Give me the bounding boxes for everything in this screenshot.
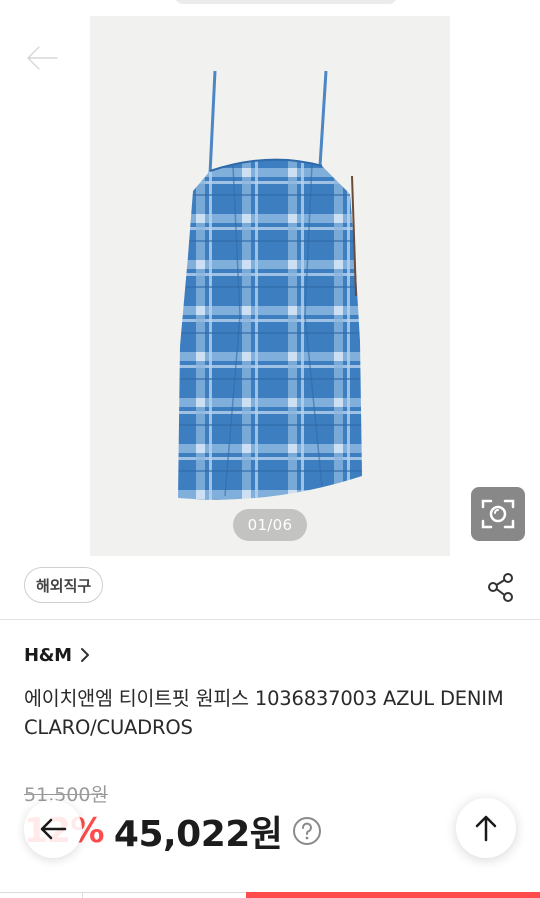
buy-button-edge[interactable] — [246, 892, 540, 898]
overseas-purchase-badge: 해외직구 — [24, 567, 104, 603]
chevron-right-icon — [80, 648, 89, 662]
image-counter: 01/06 — [233, 509, 307, 541]
share-icon[interactable] — [484, 570, 518, 604]
top-handle — [175, 0, 397, 4]
question-circle-icon[interactable] — [292, 816, 322, 846]
brand-link[interactable]: H&M — [24, 641, 92, 669]
image-search-button[interactable] — [471, 487, 525, 541]
scroll-to-top-button[interactable] — [456, 798, 516, 858]
bottom-divider — [82, 892, 83, 898]
product-image[interactable] — [90, 16, 450, 556]
product-title: 에이치앤엠 티이트핏 원피스 1036837003 AZUL DENIM CLA… — [24, 687, 504, 739]
image-search-icon — [481, 499, 515, 529]
sale-price: 45,022원 — [113, 814, 283, 855]
tag-row: 해외직구 — [0, 556, 540, 620]
arrow-left-icon — [40, 818, 67, 840]
product-gallery[interactable]: 01/06 — [0, 0, 540, 556]
back-arrow-icon[interactable] — [22, 40, 62, 76]
arrow-up-icon — [475, 815, 497, 842]
floating-back-button[interactable] — [24, 800, 82, 858]
brand-name: H&M — [24, 644, 72, 666]
